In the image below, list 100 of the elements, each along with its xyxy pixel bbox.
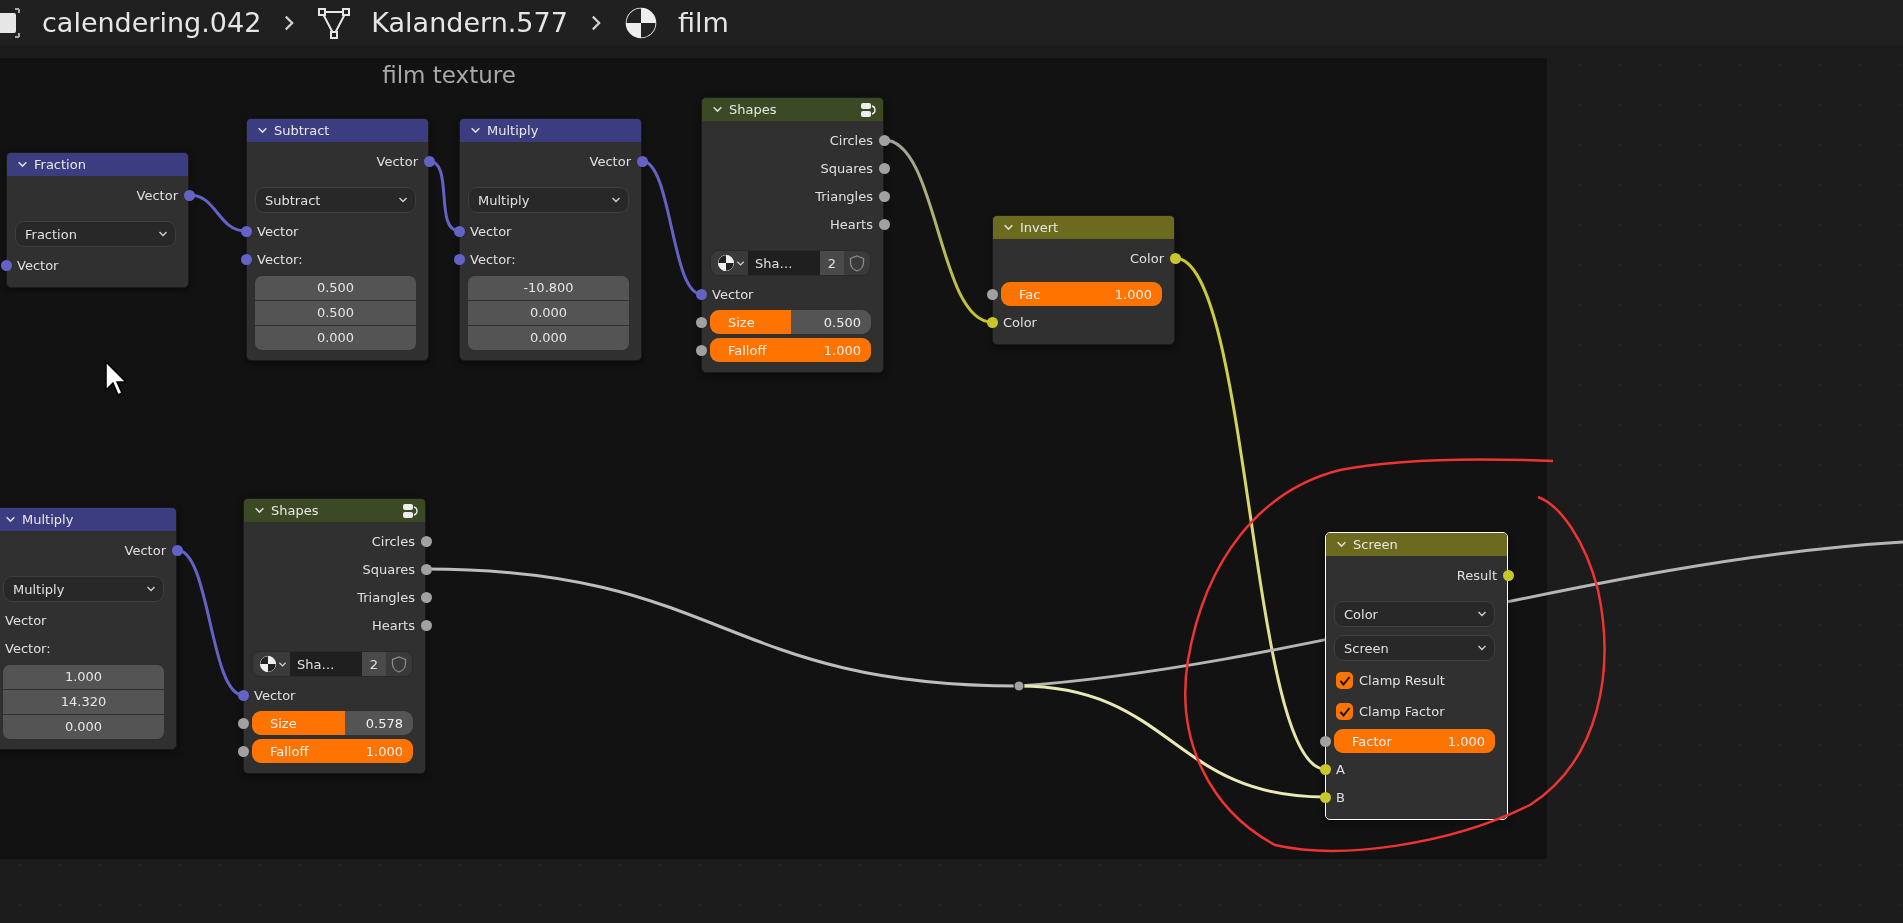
reroute-dot[interactable]: [1013, 680, 1025, 692]
slider-label: Fac: [1019, 286, 1041, 302]
socket-dot[interactable]: [986, 316, 998, 328]
node-panel[interactable]: Subtract Vector Subtract Vector Vector: 0.500 0.500 0.000: [246, 118, 429, 361]
slider-label: Factor: [1352, 733, 1392, 749]
node-header[interactable]: Multiply: [460, 119, 641, 142]
shield-icon: [849, 254, 865, 272]
dropdown[interactable]: Multiply: [468, 187, 629, 213]
node-header[interactable]: Shapes: [702, 98, 883, 121]
socket-dot[interactable]: [1169, 252, 1181, 264]
chevron-down-icon: [254, 505, 265, 516]
socket-dot[interactable]: [1319, 735, 1331, 747]
chevron-down-icon: [712, 104, 723, 115]
socket-dot[interactable]: [878, 190, 890, 202]
node-title: Subtract: [274, 123, 331, 138]
slider-value: 0.500: [823, 314, 861, 330]
node-panel[interactable]: Invert Color Fac 1.000 Color: [992, 215, 1175, 345]
number-field[interactable]: 0.000: [468, 300, 629, 325]
number-field[interactable]: 0.500: [255, 275, 416, 300]
socket-dot[interactable]: [878, 162, 890, 174]
number-field[interactable]: 1.000: [3, 664, 164, 689]
chevron-down-icon: [17, 159, 28, 170]
dropdown[interactable]: Screen: [1334, 635, 1495, 661]
dropdown[interactable]: Subtract: [255, 187, 416, 213]
chevron-down-icon: [5, 514, 16, 525]
number-field[interactable]: 0.000: [255, 325, 416, 350]
node-header[interactable]: Shapes: [244, 499, 425, 522]
socket-dot[interactable]: [423, 155, 435, 167]
socket-dot[interactable]: [878, 218, 890, 230]
socket-label: Vector:: [470, 251, 516, 267]
checkbox[interactable]: [1336, 703, 1353, 720]
number-field[interactable]: 0.500: [255, 300, 416, 325]
socket-dot[interactable]: [420, 619, 432, 631]
node-header[interactable]: Subtract: [247, 119, 428, 142]
slider-value: 1.000: [1114, 286, 1152, 302]
node-panel[interactable]: Multiply Vector Multiply Vector Vector: 1.000 14.320 0.000: [0, 507, 177, 750]
socket-dot[interactable]: [453, 225, 465, 237]
socket-dot[interactable]: [237, 717, 249, 729]
node-header[interactable]: Multiply: [0, 508, 176, 531]
user-count[interactable]: 2: [820, 251, 844, 275]
socket-dot[interactable]: [1502, 569, 1514, 581]
check-icon: [1338, 705, 1351, 718]
number-field[interactable]: 0.000: [468, 325, 629, 350]
socket-dot[interactable]: [420, 535, 432, 547]
dropdown[interactable]: Multiply: [3, 576, 164, 602]
socket-dot[interactable]: [420, 591, 432, 603]
node-header[interactable]: Screen: [1326, 533, 1507, 556]
socket-dot[interactable]: [695, 316, 707, 328]
slider-field[interactable]: Size 0.500: [710, 310, 871, 334]
node-header[interactable]: Invert: [993, 216, 1174, 239]
texture-name-field[interactable]: Sha…: [290, 652, 362, 676]
node-panel[interactable]: Shapes Circles Squares Triangles Hearts Sha… 2 Vector Size 0.578 Falloff 1.000: [243, 498, 426, 774]
socket-label: Vector: [470, 223, 512, 239]
dropdown[interactable]: Fraction: [15, 221, 176, 247]
texture-selector[interactable]: Sha… 2: [252, 651, 413, 677]
socket-dot[interactable]: [240, 253, 252, 265]
checkbox-label: Clamp Result: [1359, 673, 1445, 688]
socket-dot[interactable]: [237, 745, 249, 757]
user-count[interactable]: 2: [362, 652, 386, 676]
socket-label: Vector: [712, 286, 754, 302]
socket-label: Vector: [376, 153, 418, 169]
socket-dot[interactable]: [986, 288, 998, 300]
socket-label: Vector: [257, 223, 299, 239]
sphere-icon: [623, 5, 658, 40]
socket-dot[interactable]: [237, 689, 249, 701]
socket-label: Squares: [820, 160, 873, 176]
socket-label: B: [1336, 789, 1345, 805]
socket-dot[interactable]: [171, 544, 183, 556]
breadcrumb-item[interactable]: Kalandern.577: [371, 7, 568, 38]
check-icon: [1338, 674, 1351, 687]
checkbox[interactable]: [1336, 672, 1353, 689]
socket-dot[interactable]: [1319, 763, 1331, 775]
socket-dot[interactable]: [240, 225, 252, 237]
socket-dot[interactable]: [1319, 791, 1331, 803]
socket-dot[interactable]: [695, 288, 707, 300]
texture-selector[interactable]: Sha… 2: [710, 250, 871, 276]
socket-dot[interactable]: [878, 134, 890, 146]
node-panel[interactable]: Screen Result Color Screen Clamp Result Clamp Factor Factor 1.000 A B: [1325, 532, 1508, 820]
number-field[interactable]: 14.320: [3, 689, 164, 714]
breadcrumb-item[interactable]: calendering.042: [42, 7, 262, 38]
node-panel[interactable]: Multiply Vector Multiply Vector Vector: -10.800 0.000 0.000: [459, 118, 642, 361]
socket-dot[interactable]: [453, 253, 465, 265]
number-field[interactable]: 0.000: [3, 714, 164, 739]
socket-dot[interactable]: [695, 344, 707, 356]
cube-icon: [0, 7, 22, 38]
socket-label: Vector: [136, 187, 178, 203]
texture-name-field[interactable]: Sha…: [748, 251, 820, 275]
socket-label: Hearts: [830, 216, 873, 232]
socket-dot[interactable]: [183, 189, 195, 201]
node-header[interactable]: Fraction: [7, 153, 188, 176]
socket-dot[interactable]: [0, 259, 12, 271]
number-field[interactable]: -10.800: [468, 275, 629, 300]
breadcrumb-item[interactable]: film: [677, 7, 729, 38]
dropdown[interactable]: Color: [1334, 601, 1495, 627]
socket-dot[interactable]: [420, 563, 432, 575]
node-panel[interactable]: Shapes Circles Squares Triangles Hearts Sha… 2 Vector Size 0.500 Falloff 1.000: [701, 97, 884, 373]
node-title: Multiply: [487, 123, 540, 138]
socket-dot[interactable]: [636, 155, 648, 167]
slider-field[interactable]: Size 0.578: [252, 711, 413, 735]
node-panel[interactable]: Fraction Vector Fraction Vector: [6, 152, 189, 288]
